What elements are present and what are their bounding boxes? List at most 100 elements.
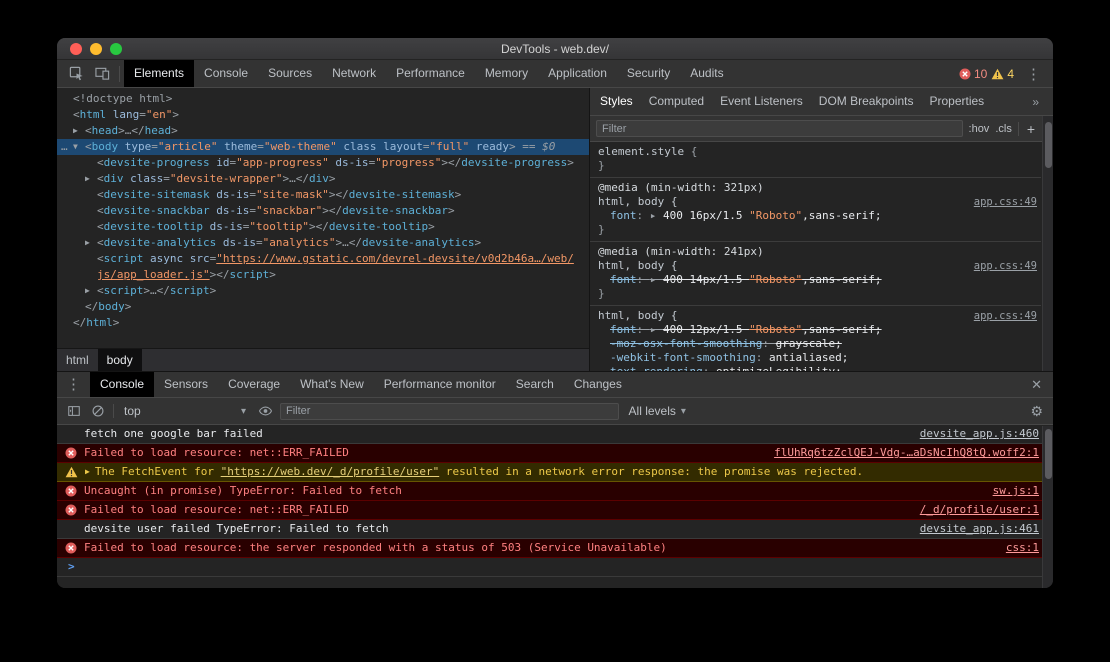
tab-application[interactable]: Application [538,60,617,87]
drawer-tab-performance-monitor[interactable]: Performance monitor [374,372,506,397]
rule-selector[interactable]: html, body {app.css:49 [590,309,1041,323]
live-expression-eye-icon[interactable] [256,404,274,418]
chevron-down-icon: ▾ [241,406,246,417]
close-window-button[interactable] [70,43,82,55]
dom-node-devsite-wrapper[interactable]: ▶<div class="devsite-wrapper">…</div> [57,171,589,187]
stylesheet-link[interactable]: app.css:49 [974,195,1037,209]
source-link[interactable]: flUhRq6tzZclQEJ-Vdg-…aDsNcIhQ8tQ.woff2:1 [774,444,1039,462]
clear-console-icon[interactable] [89,404,107,418]
console-filter-input[interactable] [280,403,619,420]
console-scrollbar-thumb[interactable] [1045,429,1052,479]
css-property-overridden[interactable]: font: ▸ 400 14px/1.5 "Roboto",sans-serif… [590,273,1041,287]
breadcrumb-body[interactable]: body [98,349,142,371]
tab-properties[interactable]: Properties [921,88,992,115]
new-style-rule-button[interactable]: + [1025,121,1037,137]
tab-sources[interactable]: Sources [258,60,322,87]
toggle-pseudo-button[interactable]: :hov [969,123,990,135]
source-link[interactable]: devsite_app.js:461 [920,520,1039,538]
gutter-dots-icon[interactable]: … [61,139,68,155]
collapse-arrow-icon[interactable]: ▼ [73,139,83,155]
source-link[interactable]: /_d/profile/user:1 [920,501,1039,519]
drawer-tab-whats-new[interactable]: What's New [290,372,374,397]
media-query[interactable]: @media (min-width: 321px) [590,181,1041,195]
more-options-icon[interactable]: ⋮ [1018,65,1049,83]
dom-node-script-loader-wrap[interactable]: js/app_loader.js"></script> [57,267,589,283]
console-scrollbar[interactable] [1042,426,1053,588]
dom-node-head[interactable]: ▶<head>…</head> [57,123,589,139]
css-property-overridden[interactable]: -moz-osx-font-smoothing: grayscale; [590,337,1041,351]
warning-count-badge[interactable]: 4 [991,67,1014,81]
drawer-tab-coverage[interactable]: Coverage [218,372,290,397]
drawer-menu-icon[interactable]: ⋮ [57,372,90,397]
console-prompt[interactable]: > [57,558,1053,577]
code-token: : [762,337,775,350]
code-token: devsite-sitemask [349,188,455,201]
dom-node-devsite-analytics[interactable]: ▶<devsite-analytics ds-is="analytics">…<… [57,235,589,251]
console-sidebar-icon[interactable] [65,404,83,418]
tab-memory[interactable]: Memory [475,60,538,87]
media-query[interactable]: @media (min-width: 241px) [590,245,1041,259]
tab-audits[interactable]: Audits [680,60,733,87]
rule-selector[interactable]: html, body {app.css:49 [590,195,1041,209]
console-message-error: Uncaught (in promise) TypeError: Failed … [57,482,1053,501]
code-token: div [309,172,329,185]
dom-node-html[interactable]: <html lang="en"> [57,107,589,123]
drawer-tab-sensors[interactable]: Sensors [154,372,218,397]
log-level-select[interactable]: All levels ▾ [625,404,690,418]
stylesheet-link[interactable]: app.css:49 [974,259,1037,273]
tab-security[interactable]: Security [617,60,680,87]
close-drawer-icon[interactable]: ✕ [1020,372,1053,397]
styles-filter-input[interactable] [596,120,963,137]
dom-node-body-selected[interactable]: …▼<body type="article" theme="web-theme"… [57,139,589,155]
tab-event-listeners[interactable]: Event Listeners [712,88,811,115]
stylesheet-link[interactable]: app.css:49 [974,309,1037,323]
source-link[interactable]: sw.js:1 [993,482,1039,500]
console-settings-gear-icon[interactable]: ⚙ [1028,403,1045,420]
dom-node-devsite-progress[interactable]: <devsite-progress id="app-progress" ds-i… [57,155,589,171]
expand-arrow-icon[interactable]: ▶ [85,235,95,251]
code-token: > [171,124,178,137]
rule-selector[interactable]: html, body {app.css:49 [590,259,1041,273]
css-property[interactable]: font: ▸ 400 16px/1.5 "Roboto",sans-serif… [590,209,1041,223]
tab-elements[interactable]: Elements [124,60,194,87]
drawer-tab-console[interactable]: Console [90,372,154,397]
tab-dom-breakpoints[interactable]: DOM Breakpoints [811,88,922,115]
drawer-tab-changes[interactable]: Changes [564,372,632,397]
dom-node-doctype[interactable]: <!doctype html> [57,91,589,107]
code-token: > [475,236,482,249]
toggle-class-button[interactable]: .cls [995,123,1012,135]
styles-scrollbar[interactable] [1042,116,1053,371]
zoom-window-button[interactable] [110,43,122,55]
tab-styles[interactable]: Styles [592,88,641,115]
dom-node-script-loader[interactable]: <script async src="https://www.gstatic.c… [57,251,589,267]
tab-computed[interactable]: Computed [641,88,712,115]
tab-performance[interactable]: Performance [386,60,475,87]
device-toolbar-icon[interactable] [89,60,115,87]
drawer-tab-search[interactable]: Search [506,372,564,397]
styles-scrollbar-thumb[interactable] [1045,122,1052,168]
dom-node-devsite-sitemask[interactable]: <devsite-sitemask ds-is="site-mask"></de… [57,187,589,203]
dom-node-body-close[interactable]: </body> [57,299,589,315]
expand-arrow-icon[interactable]: ▶ [85,463,90,481]
dom-node-script-inline[interactable]: ▶<script>…</script> [57,283,589,299]
dom-node-html-close[interactable]: </html> [57,315,589,331]
dom-node-devsite-tooltip[interactable]: <devsite-tooltip ds-is="tooltip"></devsi… [57,219,589,235]
breadcrumb-html[interactable]: html [57,349,98,371]
execution-context-select[interactable]: top ▾ [120,404,250,418]
inspect-icon[interactable] [63,60,89,87]
overflow-tabs-icon[interactable]: » [1026,95,1053,109]
minimize-window-button[interactable] [90,43,102,55]
element-style-selector[interactable]: element.style { [590,145,1041,159]
expand-arrow-icon[interactable]: ▶ [73,123,83,139]
expand-arrow-icon[interactable]: ▶ [85,171,95,187]
dom-node-devsite-snackbar[interactable]: <devsite-snackbar ds-is="snackbar"></dev… [57,203,589,219]
error-count-badge[interactable]: 10 [959,67,987,81]
tab-console[interactable]: Console [194,60,258,87]
tab-network[interactable]: Network [322,60,386,87]
css-property-overridden[interactable]: font: ▸ 400 12px/1.5 "Roboto",sans-serif… [590,323,1041,337]
source-link[interactable]: devsite_app.js:460 [920,425,1039,443]
css-property[interactable]: -webkit-font-smoothing: antialiased; [590,351,1041,365]
expand-arrow-icon[interactable]: ▶ [85,283,95,299]
source-link[interactable]: css:1 [1006,539,1039,557]
url-link[interactable]: "https://web.dev/_d/profile/user" [221,465,440,478]
